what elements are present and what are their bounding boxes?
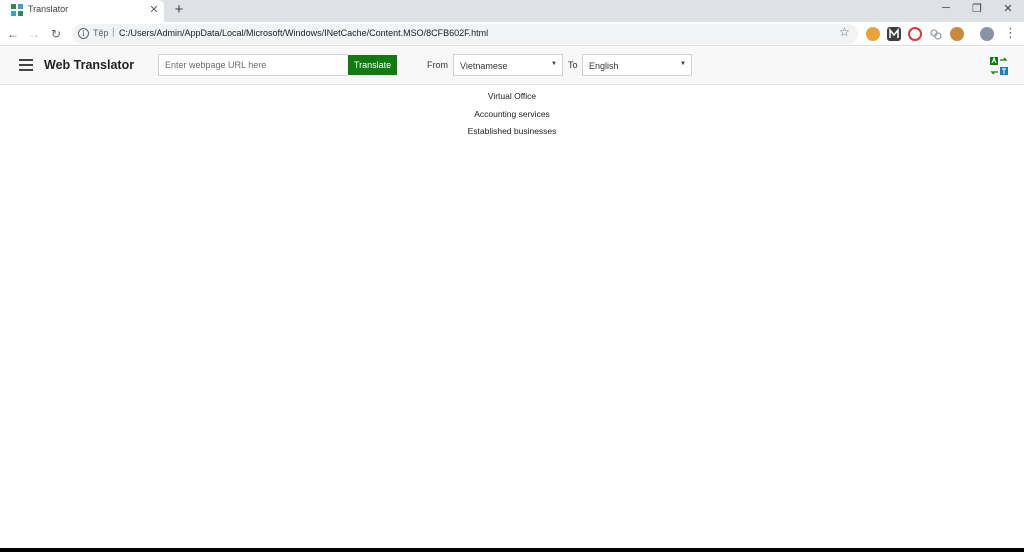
from-language-value: Vietnamese [460, 61, 508, 71]
address-url[interactable]: C:/Users/Admin/AppData/Local/Microsoft/W… [119, 28, 488, 38]
translator-favicon-icon [11, 4, 23, 16]
taskbar-edge [0, 548, 1024, 552]
site-info-icon[interactable]: i [78, 28, 89, 39]
minimize-button[interactable]: ─ [937, 2, 955, 18]
bookmark-star-icon[interactable]: ☆ [839, 25, 850, 39]
back-button[interactable]: ← [5, 26, 21, 42]
url-input[interactable] [158, 54, 348, 76]
content-line: Virtual Office [487, 91, 537, 101]
window-close-button[interactable]: ✕ [999, 2, 1017, 18]
translated-content: Virtual Office Accounting services Estab… [0, 88, 1024, 141]
to-language-value: English [589, 61, 619, 71]
content-line: Established businesses [467, 126, 557, 136]
content-line: Accounting services [474, 108, 550, 119]
cookie-extension-icon[interactable] [950, 27, 964, 41]
tab-close-icon[interactable]: ✕ [148, 3, 160, 16]
from-language-select[interactable]: Vietnamese ▼ [453, 54, 563, 76]
forward-button[interactable]: → [26, 26, 42, 42]
from-label: From [427, 60, 448, 70]
app-header: Web Translator Translate From Vietnamese… [0, 47, 1024, 85]
m-extension-icon[interactable] [887, 27, 901, 41]
link-extension-icon[interactable] [929, 27, 943, 41]
readwise-extension-icon[interactable] [908, 27, 922, 41]
browser-tab[interactable]: Translator ✕ [0, 0, 164, 22]
to-label: To [568, 60, 578, 70]
new-tab-button[interactable]: + [171, 1, 187, 19]
profile-avatar[interactable] [980, 27, 994, 41]
address-bar[interactable]: i Tệp | C:/Users/Admin/AppData/Local/Mic… [72, 24, 858, 44]
translate-button[interactable]: Translate [348, 55, 397, 75]
restore-button[interactable]: ❐ [968, 2, 986, 18]
scheme-label: Tệp [93, 28, 109, 38]
tab-strip: Translator ✕ + ─ ❐ ✕ [0, 0, 1024, 22]
to-language-select[interactable]: English ▼ [582, 54, 692, 76]
browser-toolbar: ← → ↻ i Tệp | C:/Users/Admin/AppData/Loc… [0, 22, 1024, 46]
app-title: Web Translator [44, 58, 135, 72]
extension-icon[interactable] [866, 27, 880, 41]
dropdown-arrow-icon: ▼ [680, 61, 686, 67]
browser-menu-icon[interactable]: ⋮ [1004, 26, 1017, 40]
reload-button[interactable]: ↻ [48, 26, 64, 42]
hamburger-menu-icon[interactable] [19, 59, 33, 71]
address-separator: | [112, 27, 115, 38]
translator-logo-icon [990, 57, 1008, 75]
dropdown-arrow-icon: ▼ [551, 61, 557, 67]
tab-title: Translator [28, 4, 69, 14]
